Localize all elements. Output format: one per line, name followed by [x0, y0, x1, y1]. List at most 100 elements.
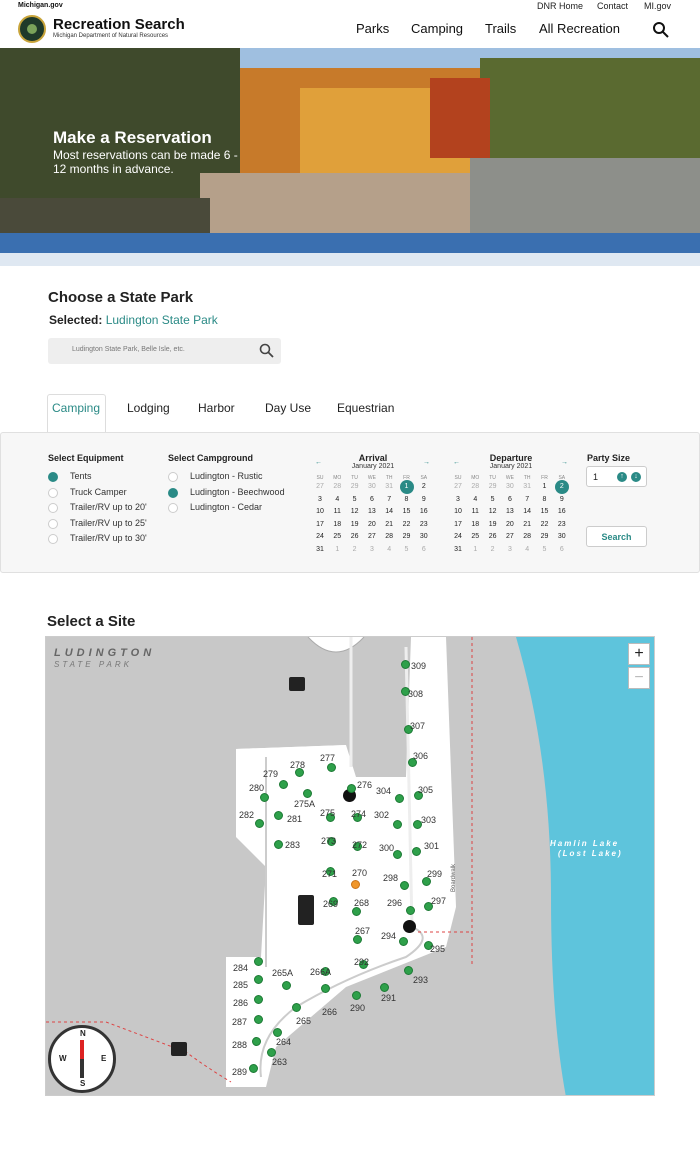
campsite-293[interactable]: [404, 966, 413, 975]
calendar-day[interactable]: 7: [382, 496, 396, 503]
site-title[interactable]: Recreation Search: [53, 16, 185, 33]
calendar-day[interactable]: 19: [348, 521, 362, 528]
departure-calendar[interactable]: Departure January 2021 ← → SU MO TU WE TH FR SA 27 2…: [451, 452, 571, 557]
calendar-day[interactable]: 5: [538, 546, 552, 553]
calendar-day[interactable]: 21: [382, 521, 396, 528]
campsite-280[interactable]: [260, 793, 269, 802]
calendar-day[interactable]: 24: [451, 533, 465, 540]
campsite-275A[interactable]: [303, 789, 312, 798]
tab-day-use[interactable]: Day Use: [265, 401, 311, 415]
calendar-day[interactable]: 11: [468, 508, 482, 515]
decrease-icon[interactable]: ↓: [631, 472, 641, 482]
campground-radio[interactable]: [168, 487, 178, 498]
arrow-left-icon[interactable]: ←: [315, 459, 322, 466]
campsite-296[interactable]: [406, 906, 415, 915]
equipment-radio[interactable]: [48, 518, 58, 529]
calendar-day[interactable]: 18: [468, 521, 482, 528]
calendar-day-selected[interactable]: 1: [399, 480, 414, 494]
calendar-day[interactable]: 31: [313, 546, 327, 553]
calendar-day[interactable]: 5: [486, 496, 500, 503]
nav-camping[interactable]: Camping: [411, 21, 463, 36]
campsite-265[interactable]: [292, 1003, 301, 1012]
calendar-day[interactable]: 30: [503, 483, 517, 490]
calendar-day[interactable]: 3: [313, 496, 327, 503]
calendar-day[interactable]: 7: [520, 496, 534, 503]
calendar-day[interactable]: 25: [330, 533, 344, 540]
campsite-263[interactable]: [267, 1048, 276, 1057]
calendar-day[interactable]: 14: [520, 508, 534, 515]
calendar-day[interactable]: 14: [382, 508, 396, 515]
dnr-home-link[interactable]: DNR Home: [537, 1, 583, 11]
calendar-day[interactable]: 28: [468, 483, 482, 490]
equipment-radio[interactable]: [48, 472, 58, 482]
equipment-radio[interactable]: [48, 534, 58, 544]
search-icon[interactable]: [652, 21, 669, 38]
calendar-day[interactable]: 12: [486, 508, 500, 515]
campground-option-label[interactable]: Ludington - Rustic: [190, 471, 263, 481]
calendar-day[interactable]: 22: [538, 521, 552, 528]
tab-lodging[interactable]: Lodging: [127, 401, 170, 415]
calendar-day[interactable]: 18: [330, 521, 344, 528]
campsite-283[interactable]: [274, 840, 283, 849]
equipment-radio[interactable]: [48, 503, 58, 513]
calendar-day[interactable]: 8: [538, 496, 552, 503]
calendar-day[interactable]: 31: [451, 546, 465, 553]
calendar-day[interactable]: 3: [365, 546, 379, 553]
party-size-stepper[interactable]: 1 ↑ ↓: [586, 466, 647, 487]
calendar-day[interactable]: 27: [365, 533, 379, 540]
tab-equestrian[interactable]: Equestrian: [337, 401, 394, 415]
nav-all-recreation[interactable]: All Recreation: [539, 21, 620, 36]
equipment-option-label[interactable]: Tents: [70, 471, 92, 481]
calendar-day[interactable]: 30: [365, 483, 379, 490]
calendar-day[interactable]: 10: [451, 508, 465, 515]
migov-link[interactable]: MI.gov: [644, 1, 671, 11]
calendar-day[interactable]: 17: [313, 521, 327, 528]
michigan-gov-logo[interactable]: Michigan.gov: [18, 2, 63, 9]
campsite-276[interactable]: [347, 784, 356, 793]
equipment-option-label[interactable]: Truck Camper: [70, 487, 127, 497]
calendar-day[interactable]: 20: [365, 521, 379, 528]
campsite-302[interactable]: [393, 820, 402, 829]
campsite-309[interactable]: [401, 660, 410, 669]
calendar-day[interactable]: 29: [538, 533, 552, 540]
calendar-day[interactable]: 6: [503, 496, 517, 503]
calendar-day[interactable]: 16: [417, 508, 431, 515]
campsite-300[interactable]: [393, 850, 402, 859]
calendar-day[interactable]: 1: [538, 483, 552, 490]
campsite-282[interactable]: [255, 819, 264, 828]
calendar-day[interactable]: 16: [555, 508, 569, 515]
arrow-left-icon[interactable]: ←: [453, 459, 460, 466]
calendar-day[interactable]: 26: [486, 533, 500, 540]
equipment-option-label[interactable]: Trailer/RV up to 30': [70, 533, 147, 543]
calendar-day[interactable]: 10: [313, 508, 327, 515]
calendar-day[interactable]: 19: [486, 521, 500, 528]
calendar-day[interactable]: 31: [520, 483, 534, 490]
calendar-day[interactable]: 20: [503, 521, 517, 528]
campsite-277[interactable]: [327, 763, 336, 772]
campground-option-label[interactable]: Ludington - Cedar: [190, 502, 262, 512]
calendar-day[interactable]: 8: [400, 496, 414, 503]
campsite-304[interactable]: [395, 794, 404, 803]
calendar-day[interactable]: 22: [400, 521, 414, 528]
calendar-day[interactable]: 23: [417, 521, 431, 528]
campground-radio[interactable]: [168, 472, 178, 482]
campsite-286[interactable]: [254, 995, 263, 1004]
calendar-day[interactable]: 29: [486, 483, 500, 490]
arrow-right-icon[interactable]: →: [423, 459, 430, 466]
calendar-day[interactable]: 30: [417, 533, 431, 540]
campground-option-label[interactable]: Ludington - Beechwood: [190, 487, 285, 497]
campsite-264[interactable]: [273, 1028, 282, 1037]
calendar-day[interactable]: 1: [330, 546, 344, 553]
calendar-day[interactable]: 4: [468, 496, 482, 503]
zoom-in-button[interactable]: +: [628, 643, 650, 665]
campground-radio[interactable]: [168, 503, 178, 513]
calendar-day[interactable]: 28: [330, 483, 344, 490]
campsite-301[interactable]: [412, 847, 421, 856]
tab-harbor[interactable]: Harbor: [198, 401, 235, 415]
calendar-day[interactable]: 4: [520, 546, 534, 553]
selected-park-name[interactable]: Ludington State Park: [106, 313, 218, 327]
calendar-day[interactable]: 30: [555, 533, 569, 540]
campsite-284[interactable]: [254, 957, 263, 966]
campsite-294[interactable]: [399, 937, 408, 946]
calendar-day[interactable]: 31: [382, 483, 396, 490]
